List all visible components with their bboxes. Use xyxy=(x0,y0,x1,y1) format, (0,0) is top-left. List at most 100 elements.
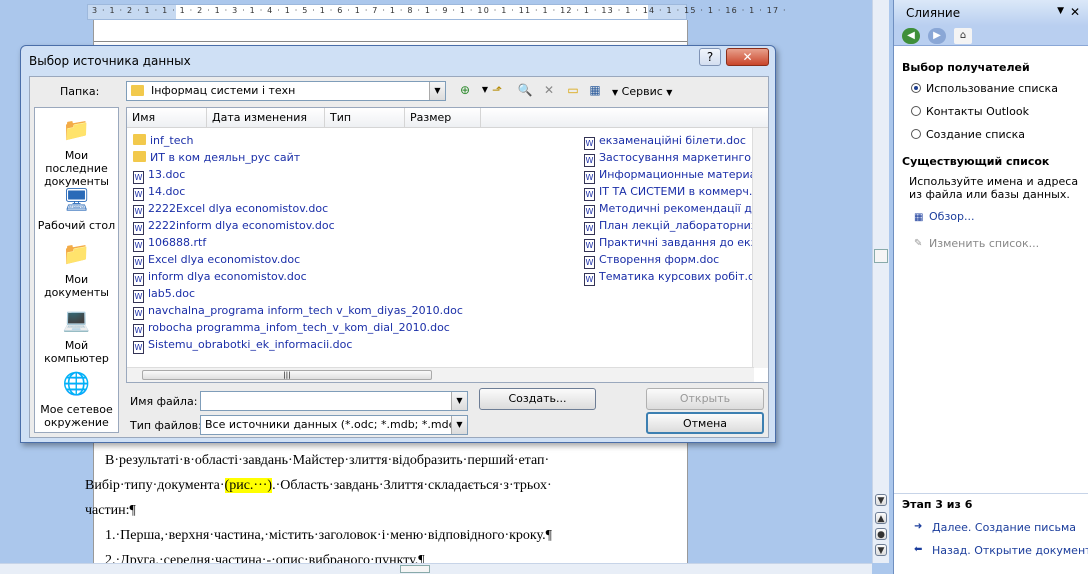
previous-step-link[interactable]: Назад. Открытие документа xyxy=(932,544,1088,557)
place-documents-label: Мои документы xyxy=(44,273,109,299)
chevron-down-icon[interactable]: ▼ xyxy=(451,392,467,410)
column-size-label: Размер xyxy=(410,111,452,124)
back-nav-icon[interactable]: ◀ xyxy=(902,28,920,44)
file-name: 2222Excel dlya economistov.doc xyxy=(148,202,329,215)
place-network[interactable]: 🌐 Мое сетевое окружение xyxy=(35,370,118,429)
place-desktop[interactable]: 🖥 Рабочий стол xyxy=(35,186,118,232)
vertical-scroll-thumb[interactable] xyxy=(874,249,888,263)
column-header-name[interactable]: Имя xyxy=(127,108,207,128)
file-name: План лекцій_лабораторних ро xyxy=(599,219,769,232)
line-text: .·Область·завдань·Злиття·складається·з·т… xyxy=(272,478,552,493)
radio-outlook-contacts[interactable]: Контакты Outlook xyxy=(911,105,1029,118)
file-list-item[interactable]: W Практичні завдання до екзаме xyxy=(584,234,768,252)
radio-create-list[interactable]: Создание списка xyxy=(911,128,1025,141)
task-pane-nav: ◀ ▶ ⌂ xyxy=(894,26,1088,46)
create-button[interactable]: Создать... xyxy=(479,388,596,410)
line-text: 1.·Перша,·верхня·частина,·містить·заголо… xyxy=(105,528,552,543)
section-recipients-title: Выбор получателей xyxy=(902,61,1030,74)
dialog-title: Выбор источника данных xyxy=(29,54,191,68)
place-computer-label: Мой компьютер xyxy=(44,339,109,365)
file-name: Excel dlya economistov.doc xyxy=(148,253,301,266)
help-icon[interactable]: ? xyxy=(699,48,721,66)
document-paragraph-line[interactable]: 1.·Перша,·верхня·частина,·містить·заголо… xyxy=(85,523,555,548)
file-list-item[interactable]: W 106888.rtf xyxy=(133,234,206,252)
search-web-icon[interactable]: 🔍 xyxy=(516,81,534,99)
file-list-item[interactable]: W 2222Excel dlya economistov.doc xyxy=(133,200,329,218)
document-horizontal-scrollbar[interactable] xyxy=(0,563,872,574)
up-folder-icon[interactable]: ⬏ xyxy=(488,81,506,99)
file-list-item[interactable]: W 13.doc xyxy=(133,166,185,184)
close-icon[interactable]: ✕ xyxy=(1070,5,1080,19)
file-list-vertical-scrollbar[interactable] xyxy=(752,128,768,368)
column-header-date[interactable]: Дата изменения xyxy=(207,108,325,128)
cancel-button[interactable]: Отмена xyxy=(646,412,764,434)
new-folder-icon[interactable]: ▭ xyxy=(564,81,582,99)
folder-dropdown[interactable]: Інформац системи і техн ▼ xyxy=(126,81,446,101)
word-doc-icon: W xyxy=(133,341,144,354)
column-header-size[interactable]: Размер xyxy=(405,108,481,128)
horizontal-scroll-thumb[interactable] xyxy=(400,565,430,573)
browse-link[interactable]: Обзор... xyxy=(929,210,975,223)
document-paragraph-line[interactable]: Вибір·типу·документа·(рис.···).·Область·… xyxy=(85,473,555,498)
file-list-item[interactable]: Winform dlya economistov.doc xyxy=(133,268,307,286)
file-list-item[interactable]: Wrobocha programma_infom_tech_v_kom_dial… xyxy=(133,319,450,337)
file-list-item[interactable]: W Методичні рекомендації до кур xyxy=(584,200,768,218)
views-icon[interactable]: ▦ xyxy=(586,81,604,99)
file-list-item[interactable]: W План лекцій_лабораторних ро xyxy=(584,217,769,235)
file-list-item[interactable]: inf_tech xyxy=(133,132,194,149)
next-page-icon[interactable]: ▼ xyxy=(875,544,887,556)
delete-icon[interactable]: ✕ xyxy=(540,81,558,99)
file-list-item[interactable]: ИТ в ком деяльн_рус сайт xyxy=(133,149,300,166)
file-list-item[interactable]: W Sistemu_obrabotki_ek_informacii.doc xyxy=(133,336,352,354)
column-type-label: Тип xyxy=(330,111,352,124)
file-list-item[interactable]: W Excel dlya economistov.doc xyxy=(133,251,301,269)
radio-checked-icon[interactable] xyxy=(911,83,921,93)
place-my-computer[interactable]: 💻 Мой компьютер xyxy=(35,306,118,365)
place-my-documents[interactable]: 📁 Мои документы xyxy=(35,240,118,299)
close-icon[interactable]: ✕ xyxy=(726,48,769,66)
document-paragraph-line[interactable]: В·результаті·в·області·завдань·Майстер·з… xyxy=(85,448,555,473)
select-browse-object-icon[interactable]: ● xyxy=(875,528,887,540)
section-existing-title: Существующий список xyxy=(902,155,1050,168)
file-list-item[interactable]: Wlab5.doc xyxy=(133,285,195,303)
next-step-link[interactable]: Далее. Создание письма xyxy=(932,521,1076,534)
chevron-down-icon[interactable]: ▼ xyxy=(429,82,445,100)
radio-use-list[interactable]: Использование списка xyxy=(911,82,1058,95)
file-list-item[interactable]: W Тематика курсових робіт.doc xyxy=(584,268,768,286)
tools-menu[interactable]: ▼ Сервис ▼ xyxy=(612,85,672,98)
file-name: екзаменаційні білети.doc xyxy=(599,134,746,147)
file-list-item[interactable]: Wекзаменаційні білети.doc xyxy=(584,132,746,150)
file-name: Створення форм.doc xyxy=(599,253,720,266)
document-vertical-scrollbar[interactable]: ▼ ▲ ● ▼ xyxy=(872,0,889,563)
radio-icon[interactable] xyxy=(911,129,921,139)
file-list-item[interactable]: Wnavchalna_programa inform_tech v_kom_di… xyxy=(133,302,463,320)
prev-page-icon[interactable]: ▲ xyxy=(875,512,887,524)
back-icon[interactable]: ⊕ xyxy=(456,81,474,99)
file-list-item[interactable]: W 14.doc xyxy=(133,183,185,201)
column-header-type[interactable]: Тип xyxy=(325,108,405,128)
home-icon[interactable]: ⌂ xyxy=(954,28,972,44)
page-top-line xyxy=(94,41,687,42)
filename-input[interactable]: ▼ xyxy=(200,391,468,411)
file-list-item[interactable]: W 2222inform dlya economistov.doc xyxy=(133,217,335,235)
file-list-item[interactable]: W ІТ ТА СИСТЕМИ в коммерч.де xyxy=(584,183,767,201)
scroll-down-icon[interactable]: ▼ xyxy=(875,494,887,506)
file-list-item[interactable]: W Информационные материалы xyxy=(584,166,768,184)
horizontal-ruler[interactable]: 3 · 1 · 2 · 1 · 1 · 1 · 2 · 1 · 3 · 1 · … xyxy=(87,4,786,20)
file-list-item[interactable]: W Створення форм.doc xyxy=(584,251,720,269)
filetype-value: Все источники данных (*.odc; *.mdb; *.md… xyxy=(205,418,468,431)
radio-icon[interactable] xyxy=(911,106,921,116)
file-list-horizontal-scrollbar[interactable]: ||| xyxy=(127,367,754,382)
place-recent-documents[interactable]: 📁 Мои последние документы xyxy=(35,116,118,188)
task-pane-header: Слияние ▼ ✕ xyxy=(894,0,1088,26)
scroll-thumb-grip[interactable]: ||| xyxy=(142,370,432,380)
open-button[interactable]: Открыть xyxy=(646,388,764,410)
forward-nav-icon[interactable]: ▶ xyxy=(928,28,946,44)
filetype-select[interactable]: Все источники данных (*.odc; *.mdb; *.md… xyxy=(200,415,468,435)
chevron-down-icon[interactable]: ▼ xyxy=(1057,6,1064,16)
file-list[interactable]: Имя Дата изменения Тип Размер inf_tech ИТ… xyxy=(126,107,769,383)
chevron-down-icon[interactable]: ▼ xyxy=(451,416,467,434)
document-paragraph-line[interactable]: частин:¶ xyxy=(85,498,555,523)
document-text[interactable]: В·результаті·в·області·завдань·Майстер·з… xyxy=(85,448,555,573)
file-list-item[interactable]: W Застосування маркетингових і xyxy=(584,149,768,167)
